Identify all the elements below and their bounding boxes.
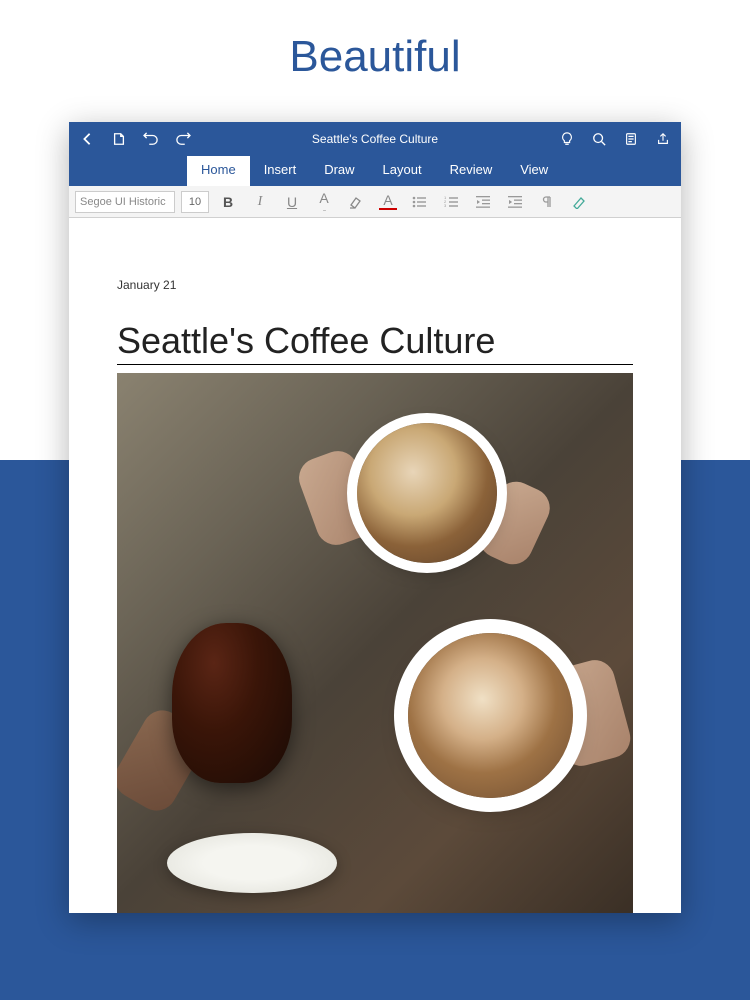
font-size-selector[interactable]: 10	[181, 191, 209, 213]
document-hero-image	[117, 373, 633, 913]
italic-button[interactable]: I	[247, 190, 273, 214]
tab-layout[interactable]: Layout	[369, 156, 436, 186]
document-date: January 21	[117, 278, 633, 292]
plate-illustration	[167, 833, 337, 893]
font-color-button[interactable]: A	[375, 190, 401, 214]
styles-button[interactable]	[567, 190, 593, 214]
redo-icon[interactable]	[173, 129, 193, 149]
reading-view-icon[interactable]	[621, 129, 641, 149]
tab-draw[interactable]: Draw	[310, 156, 368, 186]
tab-home[interactable]: Home	[187, 156, 250, 186]
back-icon[interactable]	[77, 129, 97, 149]
ribbon-tabs: Home Insert Draw Layout Review View	[69, 156, 681, 186]
font-style-button[interactable]: A..	[311, 190, 337, 214]
titlebar: Seattle's Coffee Culture	[69, 122, 681, 156]
title-divider	[117, 364, 633, 365]
search-icon[interactable]	[589, 129, 609, 149]
file-icon[interactable]	[109, 129, 129, 149]
coffee-glass-illustration	[172, 623, 292, 783]
increase-indent-button[interactable]	[503, 190, 529, 214]
coffee-cup-illustration	[357, 423, 497, 563]
tab-insert[interactable]: Insert	[250, 156, 311, 186]
tab-view[interactable]: View	[506, 156, 562, 186]
font-name-selector[interactable]: Segoe UI Historic	[75, 191, 175, 213]
undo-icon[interactable]	[141, 129, 161, 149]
numbering-button[interactable]: 123	[439, 190, 465, 214]
share-icon[interactable]	[653, 129, 673, 149]
paragraph-button[interactable]	[535, 190, 561, 214]
formatting-toolbar: Segoe UI Historic 10 B I U A.. A 123	[69, 186, 681, 218]
hero-title: Beautiful	[0, 0, 750, 122]
lightbulb-icon[interactable]	[557, 129, 577, 149]
underline-button[interactable]: U	[279, 190, 305, 214]
highlight-button[interactable]	[343, 190, 369, 214]
decrease-indent-button[interactable]	[471, 190, 497, 214]
bold-button[interactable]: B	[215, 190, 241, 214]
bullets-button[interactable]	[407, 190, 433, 214]
svg-text:3: 3	[444, 203, 447, 208]
tab-review[interactable]: Review	[436, 156, 507, 186]
document-canvas[interactable]: January 21 Seattle's Coffee Culture	[69, 218, 681, 913]
app-window: Seattle's Coffee Culture Home Insert Dra…	[69, 122, 681, 913]
coffee-cup-illustration	[408, 633, 573, 798]
document-heading: Seattle's Coffee Culture	[117, 320, 633, 362]
